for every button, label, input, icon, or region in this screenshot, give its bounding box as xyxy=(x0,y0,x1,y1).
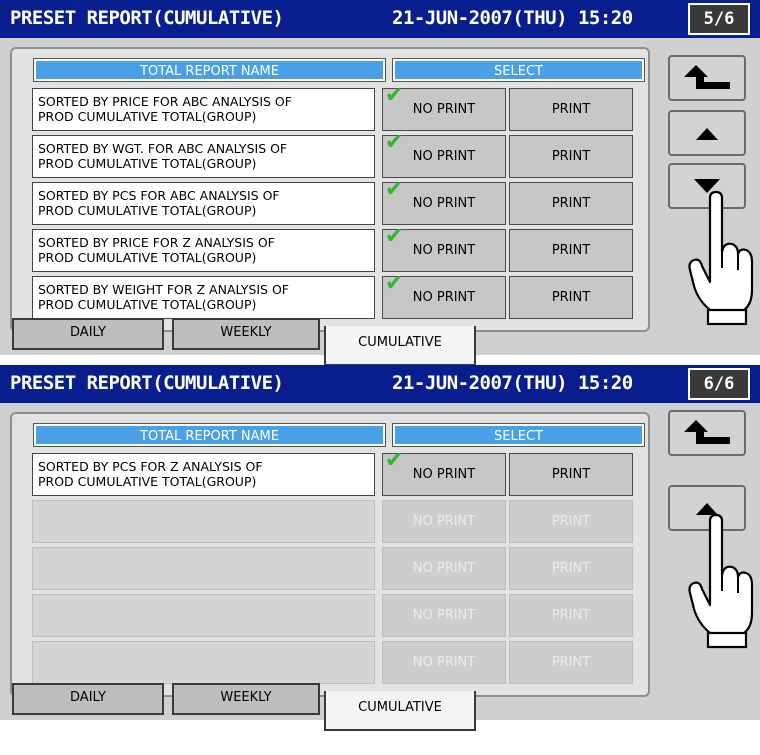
report-list-frame: TOTAL REPORT NAME SELECT SORTED BY PRICE… xyxy=(10,47,650,332)
pointing-hand-icon xyxy=(688,513,754,649)
no-print-button-disabled: NO PRINT xyxy=(382,641,506,684)
check-icon: ✔ xyxy=(385,177,404,202)
check-icon: ✔ xyxy=(385,130,404,155)
date-time: 21-JUN-2007(THU) 15:20 xyxy=(392,7,633,29)
title-bar: PRESET REPORT(CUMULATIVE) 21-JUN-2007(TH… xyxy=(0,365,760,403)
page-indicator: 6/6 xyxy=(688,368,750,400)
print-button-disabled: PRINT xyxy=(509,500,633,543)
check-icon: ✔ xyxy=(385,448,404,473)
no-print-button-disabled: NO PRINT xyxy=(382,500,506,543)
header-total-report-name: TOTAL REPORT NAME xyxy=(33,423,386,447)
screen-page-5: PRESET REPORT(CUMULATIVE) 21-JUN-2007(TH… xyxy=(0,0,760,366)
screen-page-6: PRESET REPORT(CUMULATIVE) 21-JUN-2007(TH… xyxy=(0,365,760,731)
tab-cumulative[interactable]: CUMULATIVE xyxy=(324,691,476,731)
report-list-frame: TOTAL REPORT NAME SELECT SORTED BY PCS F… xyxy=(10,412,650,697)
print-button[interactable]: PRINT xyxy=(509,88,633,131)
screen-title: PRESET REPORT(CUMULATIVE) xyxy=(10,372,284,394)
tab-daily[interactable]: DAILY xyxy=(12,318,164,350)
no-print-button-disabled: NO PRINT xyxy=(382,547,506,590)
report-name: SORTED BY PRICE FOR ABC ANALYSIS OF PROD… xyxy=(32,88,375,131)
header-total-report-name: TOTAL REPORT NAME xyxy=(33,58,386,82)
no-print-button[interactable]: ✔ NO PRINT xyxy=(382,130,506,178)
report-name-empty xyxy=(32,641,375,684)
scroll-up-button[interactable] xyxy=(668,110,746,156)
report-name-empty xyxy=(32,547,375,590)
check-icon: ✔ xyxy=(385,83,404,108)
back-button[interactable] xyxy=(668,410,746,456)
tab-weekly[interactable]: WEEKLY xyxy=(172,318,320,350)
check-icon: ✔ xyxy=(385,224,404,249)
no-print-button[interactable]: ✔ NO PRINT xyxy=(382,224,506,272)
print-button-disabled: PRINT xyxy=(509,594,633,637)
print-button[interactable]: PRINT xyxy=(509,453,633,496)
check-icon: ✔ xyxy=(385,271,404,296)
no-print-button[interactable]: ✔ NO PRINT xyxy=(382,448,506,496)
report-name: SORTED BY PRICE FOR Z ANALYSIS OF PROD C… xyxy=(32,229,375,272)
date-time: 21-JUN-2007(THU) 15:20 xyxy=(392,372,633,394)
header-select: SELECT xyxy=(392,423,645,447)
print-button-disabled: PRINT xyxy=(509,547,633,590)
report-name: SORTED BY WGT. FOR ABC ANALYSIS OF PROD … xyxy=(32,135,375,178)
up-arrow-icon xyxy=(696,128,718,140)
no-print-button[interactable]: ✔ NO PRINT xyxy=(382,83,506,131)
print-button[interactable]: PRINT xyxy=(509,182,633,225)
tab-cumulative[interactable]: CUMULATIVE xyxy=(324,326,476,366)
back-arrow-icon xyxy=(684,420,730,444)
back-arrow-icon xyxy=(684,65,730,89)
print-button[interactable]: PRINT xyxy=(509,276,633,319)
report-name-empty xyxy=(32,500,375,543)
title-bar: PRESET REPORT(CUMULATIVE) 21-JUN-2007(TH… xyxy=(0,0,760,38)
tab-daily[interactable]: DAILY xyxy=(12,683,164,715)
print-button[interactable]: PRINT xyxy=(509,229,633,272)
tab-weekly[interactable]: WEEKLY xyxy=(172,683,320,715)
print-button[interactable]: PRINT xyxy=(509,135,633,178)
report-name: SORTED BY PCS FOR ABC ANALYSIS OF PROD C… xyxy=(32,182,375,225)
no-print-button[interactable]: ✔ NO PRINT xyxy=(382,271,506,319)
report-name-empty xyxy=(32,594,375,637)
pointing-hand-icon xyxy=(688,190,754,326)
page-indicator: 5/6 xyxy=(688,3,750,35)
report-name: SORTED BY WEIGHT FOR Z ANALYSIS OF PROD … xyxy=(32,276,375,319)
screen-title: PRESET REPORT(CUMULATIVE) xyxy=(10,7,284,29)
no-print-button-disabled: NO PRINT xyxy=(382,594,506,637)
print-button-disabled: PRINT xyxy=(509,641,633,684)
no-print-button[interactable]: ✔ NO PRINT xyxy=(382,177,506,225)
back-button[interactable] xyxy=(668,55,746,101)
header-select: SELECT xyxy=(392,58,645,82)
report-name: SORTED BY PCS FOR Z ANALYSIS OF PROD CUM… xyxy=(32,453,375,496)
